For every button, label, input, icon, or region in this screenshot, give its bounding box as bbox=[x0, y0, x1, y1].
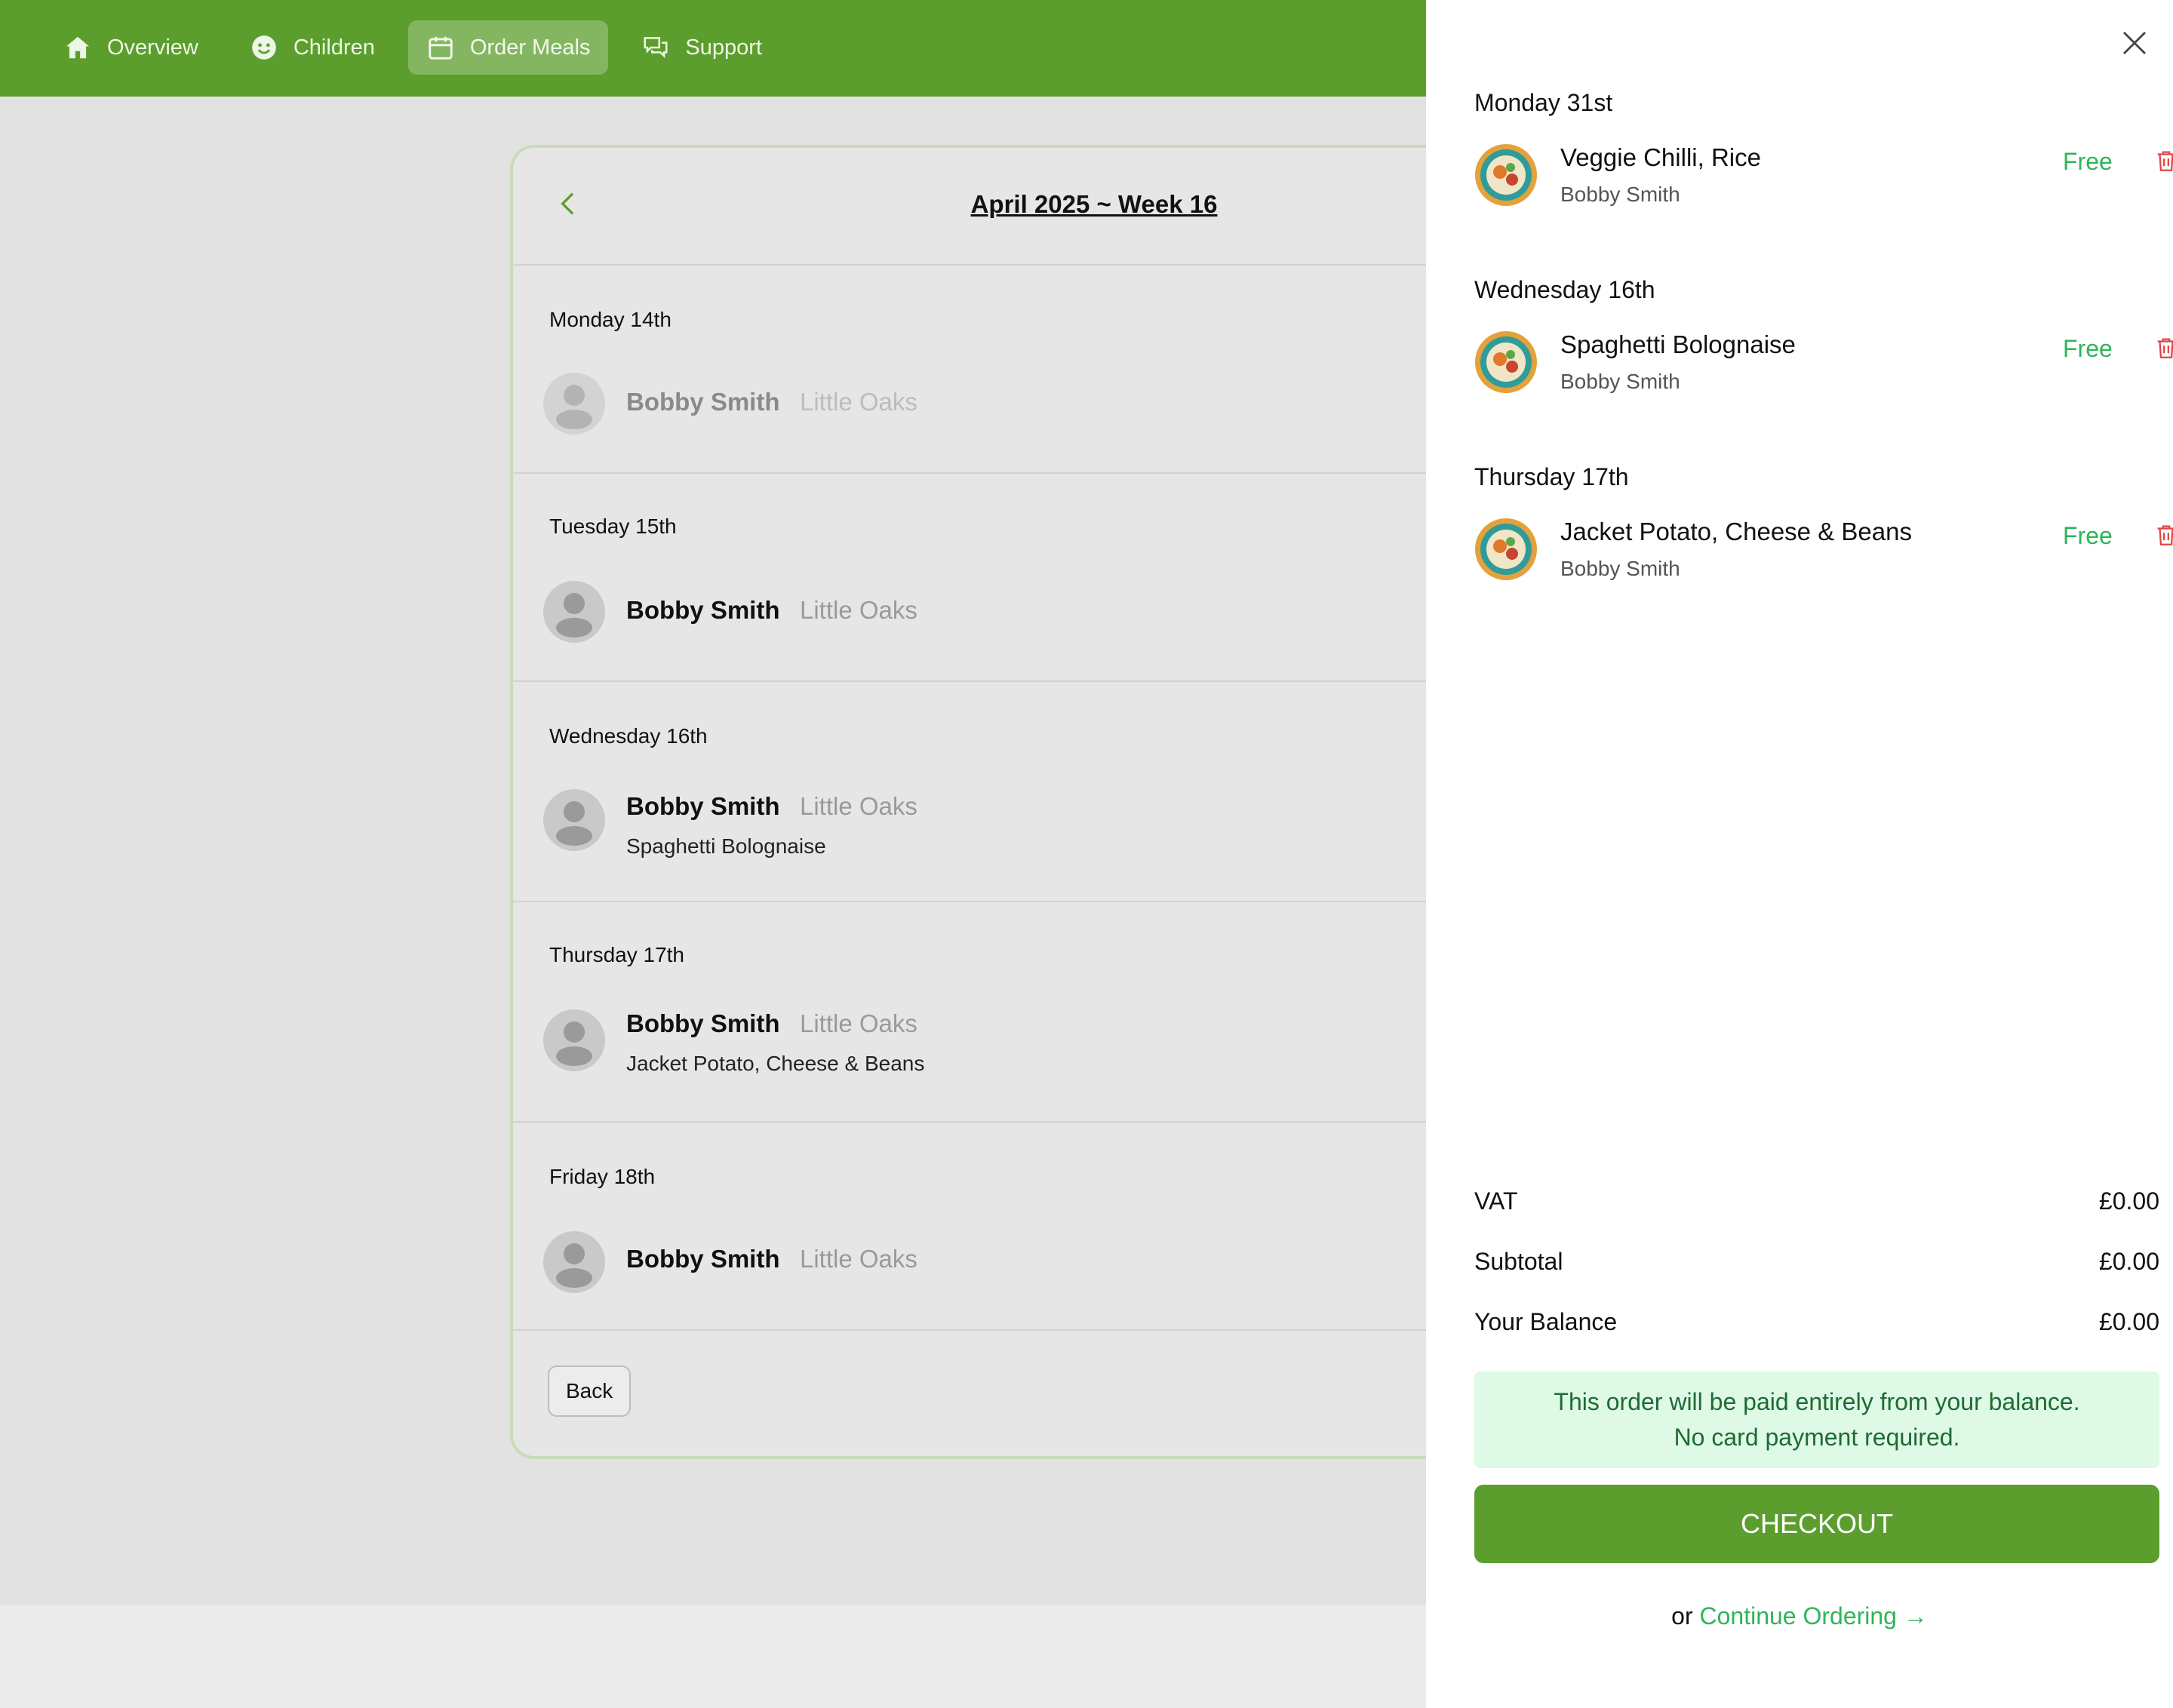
person-icon bbox=[556, 801, 592, 846]
day-row-thursday[interactable]: Thursday 17th Bobby Smith Little Oaks Ja… bbox=[513, 902, 1494, 1123]
card-footer: Back bbox=[513, 1331, 1494, 1456]
week-title[interactable]: April 2025 ~ Week 16 bbox=[513, 190, 1494, 219]
cart-day-label: Wednesday 16th bbox=[1474, 276, 1655, 303]
cart-item-child: Bobby Smith bbox=[1560, 183, 1680, 206]
child-name: Bobby Smith bbox=[626, 792, 780, 820]
cart-item: Jacket Potato, Cheese & Beans Bobby Smit… bbox=[1474, 518, 2173, 585]
meal-plate-icon bbox=[1475, 331, 1537, 393]
day-row-friday[interactable]: Friday 18th Bobby Smith Little Oaks bbox=[513, 1123, 1494, 1331]
cart-item-meal: Spaghetti Bolognaise bbox=[1560, 330, 1796, 358]
day-row-tuesday[interactable]: Tuesday 15th Bobby Smith Little Oaks bbox=[513, 474, 1494, 682]
chat-icon bbox=[644, 37, 668, 59]
person-icon bbox=[556, 1021, 592, 1066]
subtotal-label: Subtotal bbox=[1474, 1248, 1563, 1275]
main-nav: Overview Children Order Meals Support bbox=[45, 20, 780, 75]
balance-notice: This order will be paid entirely from yo… bbox=[1474, 1372, 2159, 1468]
child-name: Bobby Smith bbox=[626, 388, 780, 416]
day-label: Monday 14th bbox=[549, 308, 672, 331]
school-name: Little Oaks bbox=[800, 388, 917, 416]
avatar bbox=[543, 581, 605, 643]
day-label: Wednesday 16th bbox=[549, 724, 708, 748]
trash-icon[interactable] bbox=[2153, 522, 2173, 548]
person-icon bbox=[556, 385, 592, 429]
trash-icon[interactable] bbox=[2153, 148, 2173, 174]
close-icon[interactable] bbox=[2119, 27, 2150, 59]
home-icon bbox=[66, 36, 90, 59]
nav-label-overview: Overview bbox=[107, 35, 198, 60]
nav-label-order-meals: Order Meals bbox=[469, 35, 591, 60]
or-text: or bbox=[1671, 1602, 1693, 1630]
day-row-monday: Monday 14th Bobby Smith Little Oaks bbox=[513, 266, 1494, 474]
cart-panel: Monday 31st Veggie Chilli, Rice Bobby Sm… bbox=[1426, 0, 2173, 1708]
subtotal-value: £0.00 bbox=[2098, 1248, 2159, 1275]
notice-line-1: This order will be paid entirely from yo… bbox=[1554, 1388, 2080, 1415]
trash-icon[interactable] bbox=[2153, 335, 2173, 361]
meal-plate-icon bbox=[1475, 144, 1537, 206]
nav-item-children[interactable]: Children bbox=[232, 20, 393, 75]
nav-label-support: Support bbox=[685, 35, 762, 60]
cart-item-child: Bobby Smith bbox=[1560, 557, 1680, 580]
school-name: Little Oaks bbox=[800, 1245, 917, 1273]
calendar-icon bbox=[429, 36, 453, 60]
continue-ordering-link[interactable]: Continue Ordering → bbox=[1699, 1602, 1927, 1630]
day-label: Thursday 17th bbox=[549, 943, 684, 966]
balance-row: Your Balance £0.00 bbox=[1474, 1308, 2159, 1336]
cart-day-label: Thursday 17th bbox=[1474, 463, 1629, 490]
nav-item-support[interactable]: Support bbox=[623, 20, 780, 75]
cart-item: Veggie Chilli, Rice Bobby Smith Free bbox=[1474, 143, 2173, 211]
cart-item-price: Free bbox=[2063, 522, 2113, 549]
child-name: Bobby Smith bbox=[626, 1009, 780, 1037]
smiley-icon bbox=[252, 35, 276, 60]
subtotal-row: Subtotal £0.00 bbox=[1474, 1248, 2159, 1276]
cart-item: Spaghetti Bolognaise Bobby Smith Free bbox=[1474, 330, 2173, 398]
cart-item-meal: Veggie Chilli, Rice bbox=[1560, 143, 1761, 171]
vat-label: VAT bbox=[1474, 1187, 1518, 1215]
cart-item-meal: Jacket Potato, Cheese & Beans bbox=[1560, 518, 1912, 545]
avatar bbox=[543, 373, 605, 435]
nav-item-order-meals[interactable]: Order Meals bbox=[407, 20, 609, 75]
vat-row: VAT £0.00 bbox=[1474, 1187, 2159, 1215]
nav-item-overview[interactable]: Overview bbox=[45, 20, 217, 75]
week-header: April 2025 ~ Week 16 bbox=[513, 148, 1494, 266]
school-name: Little Oaks bbox=[800, 1009, 917, 1037]
cart-item-price: Free bbox=[2063, 335, 2113, 362]
balance-value: £0.00 bbox=[2098, 1308, 2159, 1335]
checkout-button[interactable]: CHECKOUT bbox=[1474, 1485, 2159, 1563]
week-order-card: April 2025 ~ Week 16 Monday 14th Bobby S… bbox=[510, 145, 1494, 1459]
day-label: Friday 18th bbox=[549, 1165, 656, 1188]
avatar bbox=[543, 1231, 605, 1293]
page-footer-strip bbox=[0, 1605, 1426, 1708]
day-label: Tuesday 15th bbox=[549, 515, 677, 538]
person-icon bbox=[556, 593, 592, 637]
continue-ordering-row: or Continue Ordering → bbox=[1426, 1602, 2173, 1630]
cart-item-price: Free bbox=[2063, 148, 2113, 175]
back-button[interactable]: Back bbox=[548, 1365, 632, 1417]
day-row-wednesday[interactable]: Wednesday 16th Bobby Smith Little Oaks S… bbox=[513, 682, 1494, 902]
cart-item-child: Bobby Smith bbox=[1560, 370, 1680, 393]
school-name: Little Oaks bbox=[800, 596, 917, 624]
nav-label-children: Children bbox=[293, 35, 375, 60]
balance-label: Your Balance bbox=[1474, 1308, 1618, 1335]
person-icon bbox=[556, 1243, 592, 1288]
child-name: Bobby Smith bbox=[626, 596, 780, 624]
avatar bbox=[543, 789, 605, 851]
avatar bbox=[543, 1009, 605, 1071]
school-name: Little Oaks bbox=[800, 792, 917, 820]
child-name: Bobby Smith bbox=[626, 1245, 780, 1273]
meal-plate-icon bbox=[1475, 518, 1537, 580]
vat-value: £0.00 bbox=[2098, 1187, 2159, 1215]
notice-line-2: No card payment required. bbox=[1674, 1424, 1960, 1451]
selected-meal: Spaghetti Bolognaise bbox=[626, 834, 826, 858]
selected-meal: Jacket Potato, Cheese & Beans bbox=[626, 1052, 925, 1075]
cart-day-label: Monday 31st bbox=[1474, 89, 1613, 116]
